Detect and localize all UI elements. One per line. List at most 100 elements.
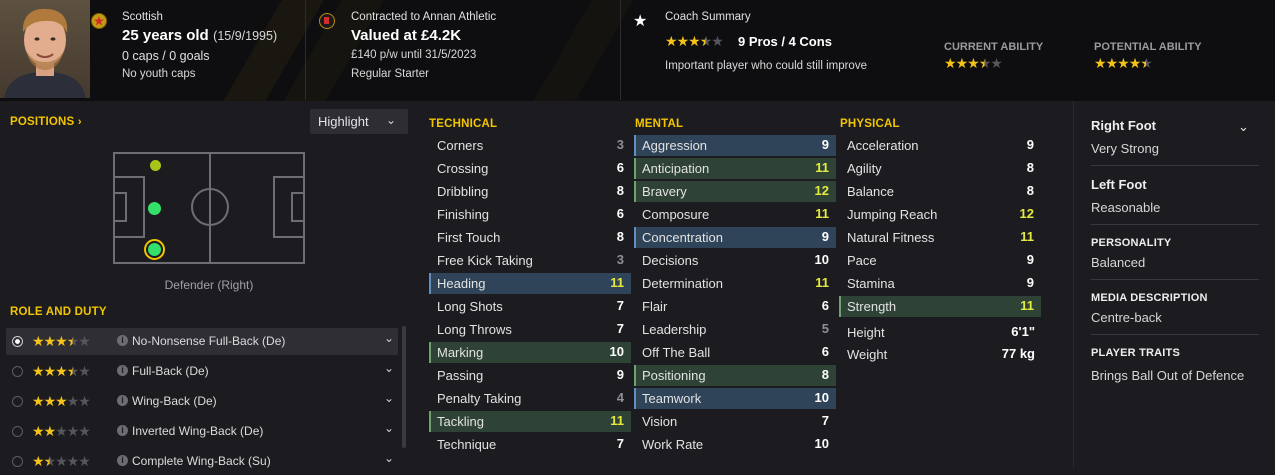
attribute-row[interactable]: Bravery 12	[634, 181, 836, 202]
coach-rating-stars: ★★★★★	[665, 33, 724, 49]
height-label: Height	[847, 325, 885, 340]
attribute-value: 10	[609, 344, 624, 359]
chevron-down-icon[interactable]: ⌄	[384, 451, 394, 465]
attribute-row[interactable]: Anticipation 11	[634, 158, 836, 179]
chevron-down-icon[interactable]: ⌄	[384, 391, 394, 405]
position-dot-centreback[interactable]	[147, 201, 162, 216]
attribute-row[interactable]: Natural Fitness 11	[839, 227, 1041, 248]
info-icon[interactable]: i	[117, 455, 128, 466]
attribute-row[interactable]: Jumping Reach 12	[839, 204, 1041, 225]
attribute-name: Concentration	[642, 230, 723, 245]
attribute-row[interactable]: Corners 3	[429, 135, 631, 156]
attribute-value: 6	[821, 298, 829, 313]
attribute-row[interactable]: Composure 11	[634, 204, 836, 225]
role-radio[interactable]	[12, 396, 23, 407]
attribute-value: 7	[616, 436, 624, 451]
attribute-name: Decisions	[642, 253, 699, 268]
attribute-name: Finishing	[437, 207, 490, 222]
position-dot-rightback[interactable]	[144, 239, 165, 260]
info-icon[interactable]: i	[117, 335, 128, 346]
position-dot-wingback[interactable]	[149, 159, 162, 172]
attribute-row[interactable]: Agility 8	[839, 158, 1041, 179]
info-icon[interactable]: i	[117, 365, 128, 376]
attribute-row[interactable]: Long Throws 7	[429, 319, 631, 340]
attribute-value: 9	[821, 137, 829, 152]
attribute-row[interactable]: Stamina 9	[839, 273, 1041, 294]
attribute-row[interactable]: Technique 7	[429, 434, 631, 455]
attribute-row[interactable]: Heading 11	[429, 273, 631, 294]
attribute-row[interactable]: Passing 9	[429, 365, 631, 386]
role-radio[interactable]	[12, 456, 23, 467]
attribute-value: 10	[814, 436, 829, 451]
attribute-row[interactable]: Off The Ball 6	[634, 342, 836, 363]
attribute-row[interactable]: Decisions 10	[634, 250, 836, 271]
role-row[interactable]: ★★★★★ i Inverted Wing-Back (De) ⌄	[6, 418, 398, 445]
attribute-row[interactable]: Crossing 6	[429, 158, 631, 179]
role-row[interactable]: ★★★★★ i No-Nonsense Full-Back (De) ⌄	[6, 328, 398, 355]
role-row[interactable]: ★★★★★ i Complete Wing-Back (Su) ⌄	[6, 448, 398, 475]
attribute-row[interactable]: Finishing 6	[429, 204, 631, 225]
attribute-row[interactable]: Marking 10	[429, 342, 631, 363]
attribute-row[interactable]: First Touch 8	[429, 227, 631, 248]
attribute-name: Strength	[847, 299, 897, 314]
attribute-value: 12	[814, 183, 829, 198]
chevron-right-icon: ›	[77, 116, 82, 128]
age-line: 25 years old (15/9/1995)	[122, 27, 277, 45]
info-icon[interactable]: i	[117, 395, 128, 406]
attribute-row[interactable]: Dribbling 8	[429, 181, 631, 202]
attribute-row[interactable]: Teamwork 10	[634, 388, 836, 409]
attribute-row[interactable]: Acceleration 9	[839, 135, 1041, 156]
attribute-row[interactable]: Vision 7	[634, 411, 836, 432]
attribute-row[interactable]: Leadership 5	[634, 319, 836, 340]
attribute-row[interactable]: Strength 11	[839, 296, 1041, 317]
attribute-row[interactable]: Flair 6	[634, 296, 836, 317]
role-row[interactable]: ★★★★★ i Full-Back (De) ⌄	[6, 358, 398, 385]
chevron-down-icon[interactable]: ⌄	[1238, 119, 1249, 135]
role-radio[interactable]	[12, 336, 23, 347]
attribute-value: 9	[1026, 252, 1034, 267]
attribute-name: Corners	[437, 138, 484, 153]
height-row: Height 6'1"	[839, 322, 1041, 343]
highlight-dropdown[interactable]: Highlight ⌄	[310, 109, 408, 134]
attribute-value: 11	[815, 206, 829, 221]
attribute-row[interactable]: Work Rate 10	[634, 434, 836, 455]
role-label: Inverted Wing-Back (De)	[132, 424, 264, 438]
player-trait[interactable]: Brings Ball Out of Defence	[1091, 368, 1244, 383]
attribute-value: 9	[821, 229, 829, 244]
attribute-row[interactable]: Balance 8	[839, 181, 1041, 202]
left-foot-label: Left Foot	[1091, 177, 1147, 192]
attribute-name: Marking	[437, 345, 484, 360]
attribute-value: 11	[610, 275, 624, 290]
position-label: Defender (Right)	[164, 278, 254, 292]
player-header: Scottish 25 years old (15/9/1995) 0 caps…	[0, 0, 1275, 101]
role-radio[interactable]	[12, 366, 23, 377]
attribute-row[interactable]: Positioning 8	[634, 365, 836, 386]
coach-summary-title[interactable]: Coach Summary	[665, 11, 751, 23]
attribute-row[interactable]: Aggression 9	[634, 135, 836, 156]
attribute-row[interactable]: Penalty Taking 4	[429, 388, 631, 409]
chevron-down-icon[interactable]: ⌄	[384, 331, 394, 345]
club-badge-icon[interactable]	[319, 13, 335, 29]
attribute-row[interactable]: Concentration 9	[634, 227, 836, 248]
header-divider	[305, 0, 306, 100]
attribute-row[interactable]: Pace 9	[839, 250, 1041, 271]
player-photo[interactable]	[0, 0, 90, 98]
attribute-row[interactable]: Long Shots 7	[429, 296, 631, 317]
contract-club[interactable]: Contracted to Annan Athletic	[351, 11, 496, 23]
chevron-down-icon[interactable]: ⌄	[384, 421, 394, 435]
attribute-name: Heading	[437, 276, 486, 291]
info-icon[interactable]: i	[117, 425, 128, 436]
pros-cons[interactable]: 9 Pros / 4 Cons	[738, 34, 832, 49]
left-foot-value: Reasonable	[1091, 200, 1161, 215]
attribute-row[interactable]: Determination 11	[634, 273, 836, 294]
nationality-flag-icon	[91, 13, 107, 29]
physical-title: PHYSICAL	[840, 118, 900, 130]
role-row[interactable]: ★★★★★ i Wing-Back (De) ⌄	[6, 388, 398, 415]
positions-header[interactable]: POSITIONS ›	[10, 116, 82, 128]
attribute-row[interactable]: Free Kick Taking 3	[429, 250, 631, 271]
role-list-scrollbar[interactable]	[402, 326, 406, 448]
attribute-name: Dribbling	[437, 184, 489, 199]
role-radio[interactable]	[12, 426, 23, 437]
attribute-row[interactable]: Tackling 11	[429, 411, 631, 432]
chevron-down-icon[interactable]: ⌄	[384, 361, 394, 375]
